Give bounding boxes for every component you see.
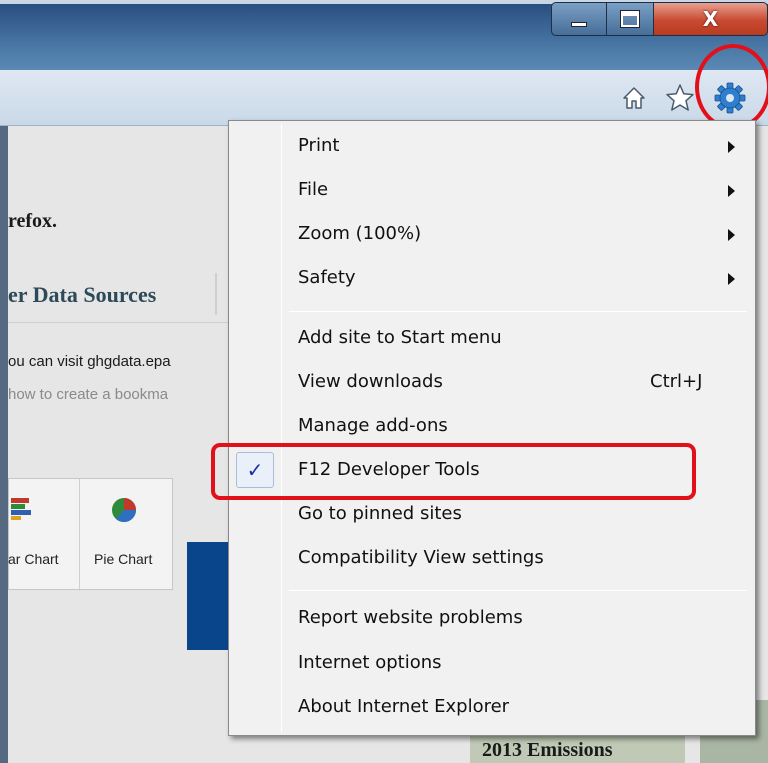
menu-item-label: Add site to Start menu <box>298 327 502 348</box>
menu-item-label: View downloads <box>298 371 443 392</box>
emissions-heading: 2013 Emissions <box>470 735 685 763</box>
visit-text: ou can visit ghgdata.epa <box>8 353 171 370</box>
menu-item-label: Safety <box>298 267 356 288</box>
menu-item-print[interactable]: Print <box>229 127 755 167</box>
tab-divider <box>215 273 217 315</box>
menu-separator <box>289 590 747 591</box>
menu-separator <box>289 311 747 312</box>
home-icon <box>623 87 645 109</box>
f12-annotation-box <box>211 443 696 500</box>
favorites-button[interactable] <box>664 82 696 114</box>
minimize-button[interactable] <box>551 2 607 36</box>
menu-item-label: Print <box>298 135 340 156</box>
chart-divider <box>79 479 80 591</box>
restore-icon <box>621 11 639 27</box>
restore-button[interactable] <box>606 2 654 36</box>
menu-item-label: Report website problems <box>298 607 523 628</box>
menu-item-label: File <box>298 179 329 200</box>
menu-item-label: Go to pinned sites <box>298 503 462 524</box>
pie-chart-label: Pie Chart <box>94 551 153 567</box>
gear-annotation-circle <box>695 44 768 130</box>
menu-item-label: Compatibility View settings <box>298 547 544 568</box>
close-icon: X <box>702 7 719 31</box>
menu-item-safety[interactable]: Safety <box>229 259 755 299</box>
bar-chart-label: ar Chart <box>8 551 59 567</box>
tools-menu: Print File Zoom (100%) Safety Add site t… <box>228 120 756 736</box>
menu-item-label: Manage add-ons <box>298 415 448 436</box>
menu-item-label: Internet options <box>298 652 442 673</box>
submenu-arrow-icon <box>728 273 735 285</box>
submenu-arrow-icon <box>728 185 735 197</box>
menu-item-label: Zoom (100%) <box>298 223 422 244</box>
data-sources-tab[interactable]: er Data Sources <box>8 282 156 308</box>
minimize-icon <box>571 21 587 27</box>
menu-item-manage-addons[interactable]: Manage add-ons <box>229 407 755 447</box>
close-button[interactable]: X <box>653 2 768 36</box>
menu-item-file[interactable]: File <box>229 171 755 211</box>
menu-item-view-downloads[interactable]: View downloads Ctrl+J <box>229 363 755 403</box>
menu-item-about-ie[interactable]: About Internet Explorer <box>229 688 755 728</box>
tab-underline <box>8 322 233 323</box>
menu-item-compatibility-view[interactable]: Compatibility View settings <box>229 539 755 579</box>
favorites-star-icon <box>666 84 694 111</box>
menu-item-pinned-sites[interactable]: Go to pinned sites <box>229 495 755 535</box>
menu-item-label: About Internet Explorer <box>298 696 510 717</box>
menu-item-internet-options[interactable]: Internet options <box>229 644 755 684</box>
menu-item-add-site[interactable]: Add site to Start menu <box>229 319 755 359</box>
menu-item-zoom[interactable]: Zoom (100%) <box>229 215 755 255</box>
browser-toolbar <box>0 70 768 126</box>
submenu-arrow-icon <box>728 229 735 241</box>
howto-link[interactable]: how to create a bookma <box>8 386 168 403</box>
home-button[interactable] <box>618 82 650 114</box>
pie-chart-button[interactable] <box>110 496 138 528</box>
pie-chart-icon <box>112 498 137 523</box>
bar-chart-button[interactable] <box>11 497 33 525</box>
submenu-arrow-icon <box>728 141 735 153</box>
bar-chart-icon <box>11 498 31 520</box>
chart-type-selector <box>8 478 173 591</box>
menu-item-shortcut: Ctrl+J <box>650 371 703 392</box>
menu-item-report-problems[interactable]: Report website problems <box>229 599 755 639</box>
firefox-text: refox. <box>8 210 58 232</box>
